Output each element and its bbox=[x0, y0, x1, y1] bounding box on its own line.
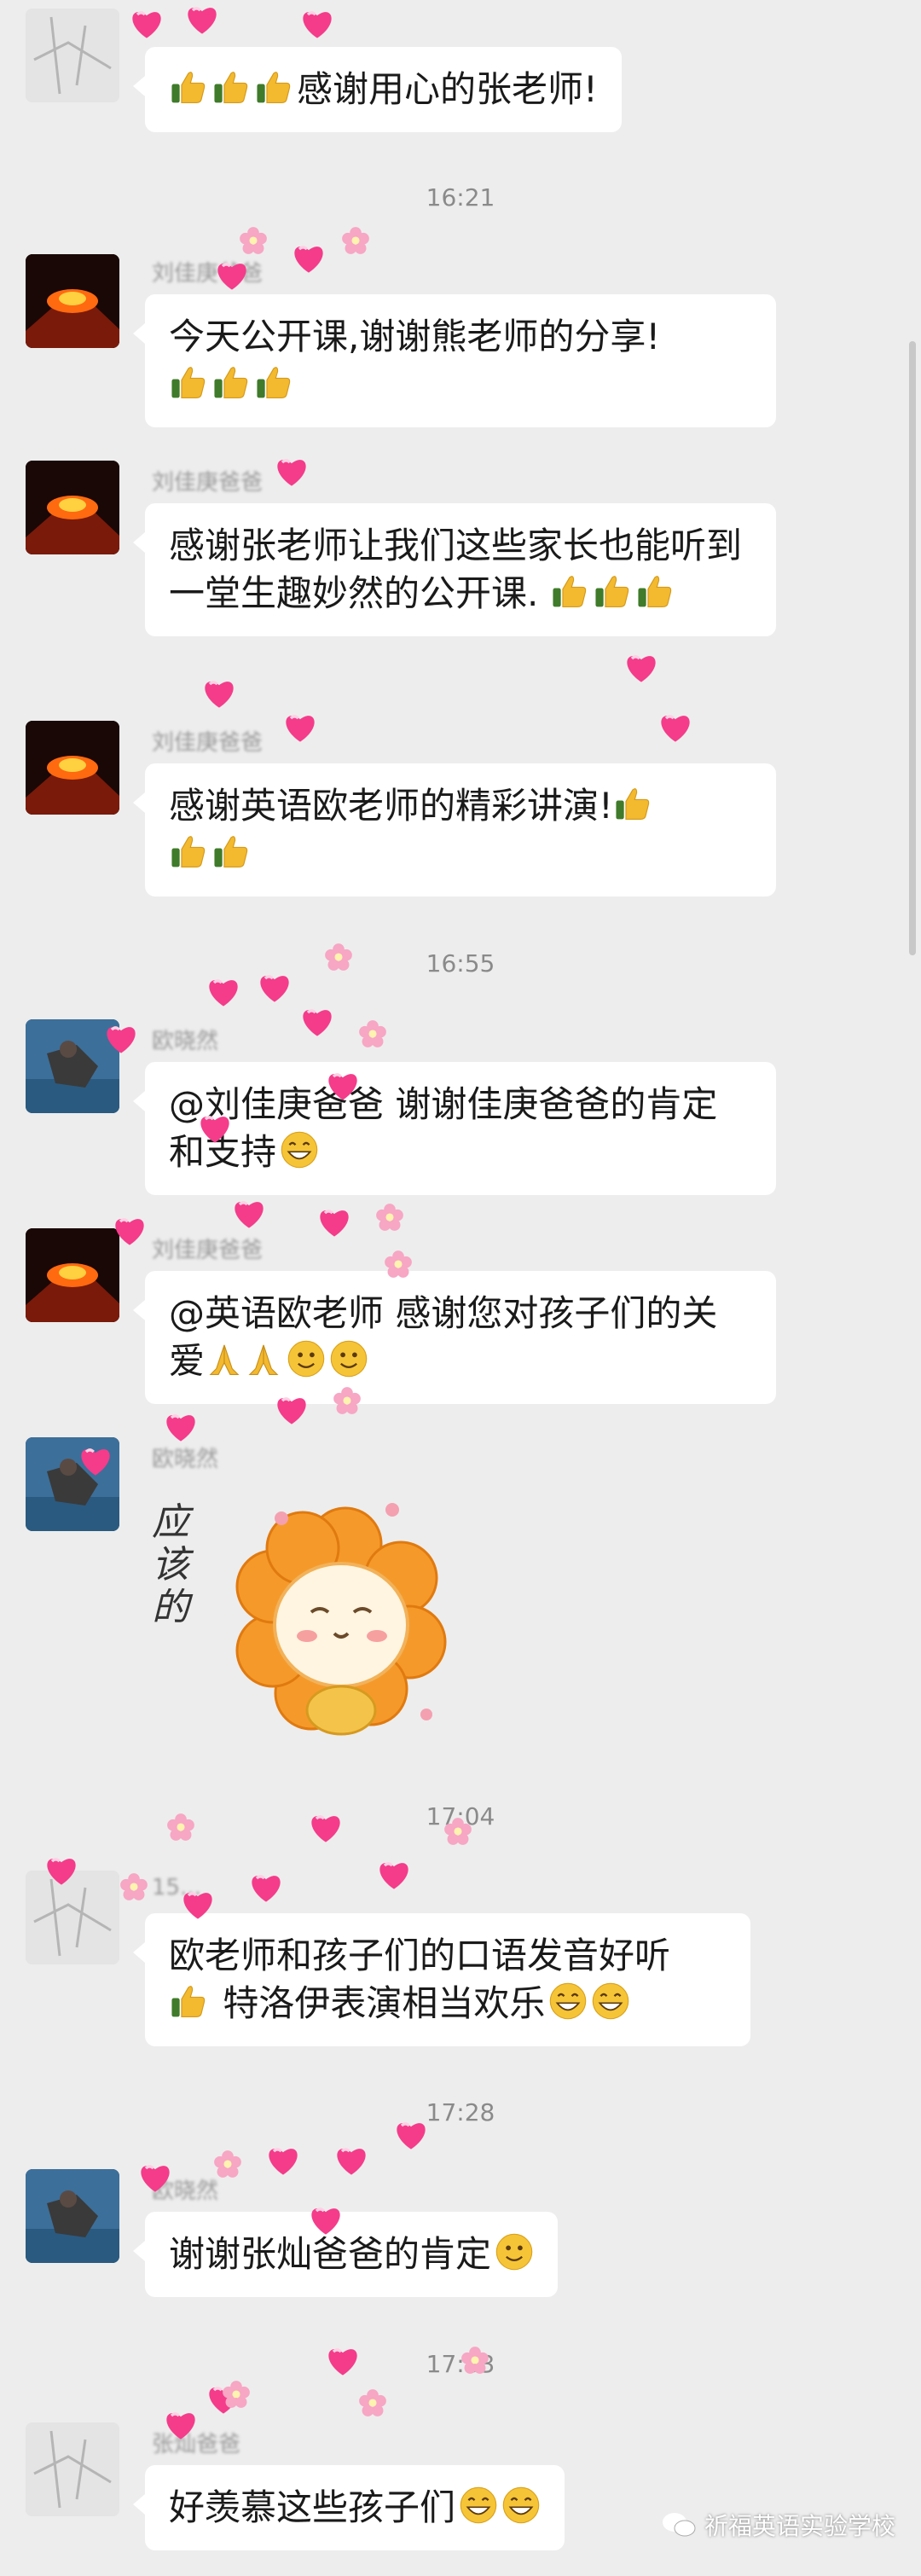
sender-name: 15... bbox=[152, 1875, 201, 1900]
grinning-face-icon bbox=[459, 2486, 498, 2525]
thumbs-up-icon bbox=[169, 363, 208, 402]
avatar[interactable] bbox=[26, 721, 119, 815]
avatar[interactable] bbox=[26, 461, 119, 554]
message-text: @刘佳庚爸爸 谢谢佳庚爸爸的肯定和支持 bbox=[169, 1083, 718, 1173]
sender-name: 刘佳庚爸爸 bbox=[152, 730, 264, 756]
avatar[interactable] bbox=[26, 9, 119, 102]
heart-icon bbox=[230, 1194, 268, 1232]
avatar[interactable] bbox=[26, 1871, 119, 1964]
scrollbar[interactable] bbox=[909, 341, 916, 955]
avatar[interactable] bbox=[26, 2169, 119, 2263]
heart-icon bbox=[264, 2141, 302, 2179]
message-bubble[interactable]: @刘佳庚爸爸 谢谢佳庚爸爸的肯定和支持 bbox=[133, 1062, 776, 1195]
heart-icon bbox=[298, 1002, 336, 1040]
message-bubble[interactable]: @英语欧老师 感谢您对孩子们的关爱 bbox=[133, 1271, 776, 1404]
watermark: 祈福英语实验学校 bbox=[662, 2508, 895, 2542]
sender-name: 刘佳庚爸爸 bbox=[152, 261, 264, 287]
thumbs-up-icon bbox=[169, 1981, 208, 2021]
sender-name: 欧晓然 bbox=[152, 2179, 219, 2204]
timestamp: 17:28 bbox=[426, 2098, 495, 2126]
avatar[interactable] bbox=[26, 1437, 119, 1531]
message-bubble[interactable]: 感谢张老师让我们这些家长也能听到一堂生趣妙然的公开课. bbox=[133, 503, 776, 636]
thumbs-up-icon bbox=[169, 832, 208, 871]
timestamp: 17:33 bbox=[426, 2350, 495, 2378]
heart-icon bbox=[128, 4, 165, 42]
grinning-face-icon bbox=[548, 1981, 588, 2021]
watermark-text: 祈福英语实验学校 bbox=[704, 2512, 895, 2540]
praying-hands-icon bbox=[244, 1339, 283, 1378]
avatar[interactable] bbox=[26, 1019, 119, 1113]
message-text: 好羡慕这些孩子们 bbox=[169, 2486, 456, 2528]
heart-icon bbox=[183, 0, 221, 38]
sticker-caption: 应该的 bbox=[152, 1500, 189, 1629]
grinning-face-icon bbox=[501, 2486, 541, 2525]
grinning-face-icon bbox=[591, 1981, 630, 2021]
flower-icon bbox=[222, 2380, 251, 2409]
sender-name: 张灿爸爸 bbox=[152, 2432, 241, 2457]
heart-icon bbox=[205, 972, 242, 1010]
thumbs-up-icon bbox=[254, 363, 293, 402]
flower-icon bbox=[239, 226, 268, 255]
smiling-face-icon bbox=[287, 1339, 326, 1378]
flower-icon bbox=[358, 2388, 387, 2417]
sender-name: 欧晓然 bbox=[152, 1447, 219, 1472]
heart-icon bbox=[290, 239, 327, 276]
heart-icon bbox=[316, 1203, 353, 1240]
heart-icon bbox=[333, 2141, 370, 2179]
heart-icon bbox=[162, 1407, 200, 1445]
message-text: 感谢英语欧老师的精彩讲演! bbox=[169, 785, 613, 827]
grinning-face-icon bbox=[280, 1130, 319, 1169]
avatar[interactable] bbox=[26, 2422, 119, 2516]
sender-name: 刘佳庚爸爸 bbox=[152, 470, 264, 496]
timestamp: 16:21 bbox=[426, 183, 495, 212]
sticker[interactable]: 应该的 bbox=[145, 1484, 452, 1766]
smiling-face-icon bbox=[329, 1339, 368, 1378]
heart-icon bbox=[281, 708, 319, 746]
thumbs-up-icon bbox=[211, 67, 251, 107]
thumbs-up-icon bbox=[254, 67, 293, 107]
heart-icon bbox=[375, 1855, 413, 1893]
message-bubble[interactable]: 好羡慕这些孩子们 bbox=[132, 2465, 565, 2550]
message-bubble[interactable]: 感谢用心的张老师! bbox=[133, 47, 622, 132]
heart-icon bbox=[200, 674, 238, 711]
message-text: 今天公开课,谢谢熊老师的分享! bbox=[169, 316, 661, 357]
thumbs-up-icon bbox=[550, 571, 589, 611]
flower-icon bbox=[119, 1872, 148, 1901]
message-bubble[interactable]: 今天公开课,谢谢熊老师的分享! bbox=[133, 294, 776, 427]
thumbs-up-icon bbox=[635, 571, 675, 611]
message-text: 谢谢张灿爸爸的肯定 bbox=[169, 2233, 492, 2275]
timestamp: 16:55 bbox=[426, 949, 495, 978]
sender-name: 欧晓然 bbox=[152, 1029, 219, 1054]
heart-icon bbox=[623, 648, 660, 686]
heart-icon bbox=[247, 1868, 285, 1906]
heart-icon bbox=[273, 452, 310, 490]
thumbs-up-icon bbox=[169, 67, 208, 107]
message-text: 欧老师和孩子们的口语发音好听 bbox=[169, 1935, 671, 1976]
sender-name: 刘佳庚爸爸 bbox=[152, 1238, 264, 1263]
heart-icon bbox=[205, 2380, 242, 2417]
thumbs-up-icon bbox=[211, 832, 251, 871]
message-text: 特洛伊表演相当欢乐 bbox=[223, 1982, 546, 2024]
thumbs-up-icon bbox=[211, 363, 251, 402]
message-bubble[interactable]: 感谢英语欧老师的精彩讲演! bbox=[133, 763, 776, 896]
wechat-icon bbox=[662, 2513, 696, 2537]
avatar[interactable] bbox=[26, 254, 119, 348]
message-text: 感谢用心的张老师! bbox=[297, 68, 598, 110]
heart-icon bbox=[298, 4, 336, 42]
smiling-face-icon bbox=[495, 2232, 534, 2271]
thumbs-up-icon bbox=[613, 784, 652, 823]
avatar[interactable] bbox=[26, 1228, 119, 1322]
timestamp: 17:04 bbox=[426, 1802, 495, 1830]
flower-icon bbox=[375, 1203, 404, 1232]
thumbs-up-icon bbox=[593, 571, 632, 611]
praying-hands-icon bbox=[205, 1339, 244, 1378]
flower-icon bbox=[341, 226, 370, 255]
message-bubble[interactable]: 欧老师和孩子们的口语发音好听 特洛伊表演相当欢乐 bbox=[133, 1913, 750, 2046]
flower-icon bbox=[358, 1019, 387, 1048]
heart-icon bbox=[657, 708, 694, 746]
message-bubble[interactable]: 谢谢张灿爸爸的肯定 bbox=[132, 2212, 559, 2297]
